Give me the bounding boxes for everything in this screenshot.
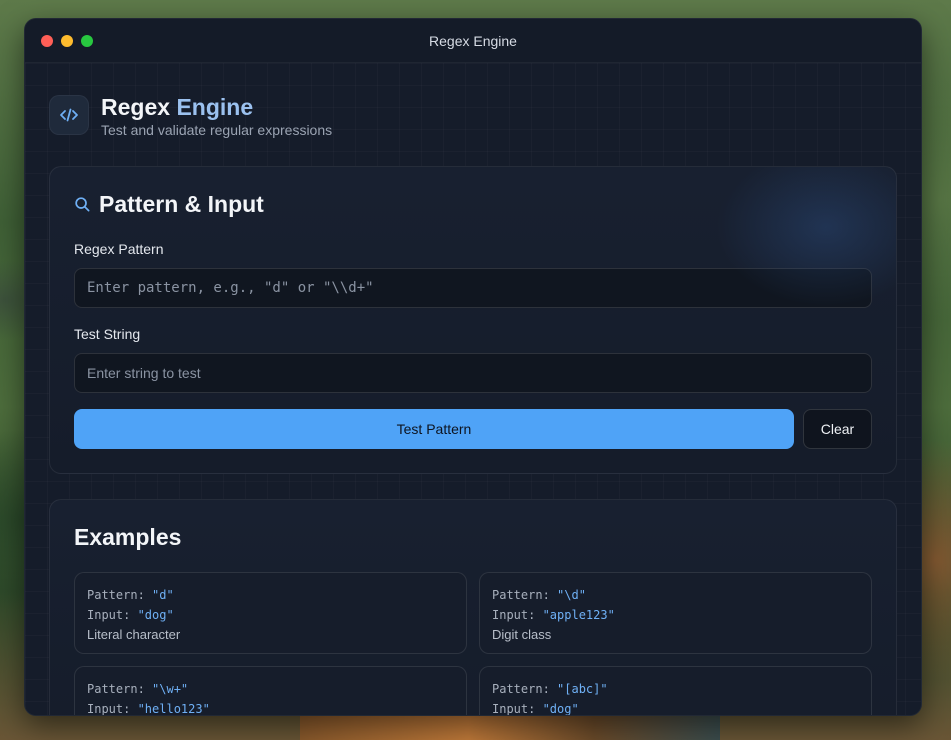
app-title: Regex Engine — [101, 93, 332, 121]
example-description: Literal character — [87, 627, 181, 642]
example-pattern-line: Pattern: "\d" — [492, 585, 859, 605]
window-title: Regex Engine — [429, 32, 517, 49]
input-prefix: Input: — [492, 702, 543, 716]
regex-pattern-input[interactable] — [74, 268, 872, 308]
app-title-main: Regex — [101, 93, 171, 120]
pattern-prefix: Pattern: — [87, 588, 153, 602]
pattern-card-heading: Pattern & Input — [74, 189, 872, 219]
example-input: "apple123" — [542, 608, 615, 622]
example-input-line: Input: "hello123" — [87, 699, 454, 716]
close-window-button[interactable] — [41, 35, 53, 47]
input-prefix: Input: — [87, 608, 138, 622]
example-pattern-line: Pattern: "\w+" — [87, 679, 454, 699]
example-input: "hello123" — [137, 702, 210, 716]
pattern-prefix: Pattern: — [492, 682, 558, 696]
example-item[interactable]: Pattern: "\d" Input: "apple123" Digit cl… — [479, 572, 872, 654]
examples-title: Examples — [74, 524, 182, 550]
example-input: "dog" — [542, 702, 579, 716]
test-string-label: Test String — [74, 326, 141, 342]
window-controls — [41, 35, 93, 47]
app-window: Regex Engine Regex Engine Test and valid… — [24, 18, 922, 716]
regex-pattern-label: Regex Pattern — [74, 241, 164, 257]
example-pattern-line: Pattern: "[abc]" — [492, 679, 859, 699]
pattern-card-title: Pattern & Input — [99, 190, 264, 217]
test-string-input[interactable] — [74, 353, 872, 393]
minimize-window-button[interactable] — [61, 35, 73, 47]
example-pattern: "d" — [152, 588, 174, 602]
example-input-line: Input: "apple123" — [492, 605, 859, 625]
main-content: Regex Engine Test and validate regular e… — [25, 63, 921, 715]
example-input-line: Input: "dog" — [87, 605, 454, 625]
search-icon — [75, 196, 90, 211]
example-description: Digit class — [492, 627, 552, 642]
app-header: Regex Engine Test and validate regular e… — [49, 91, 897, 139]
header-text: Regex Engine Test and validate regular e… — [101, 93, 332, 138]
example-item[interactable]: Pattern: "d" Input: "dog" Literal charac… — [74, 572, 467, 654]
example-pattern: "\d" — [557, 588, 586, 602]
maximize-window-button[interactable] — [81, 35, 93, 47]
app-title-accent: Engine — [176, 93, 254, 120]
action-buttons: Test Pattern Clear — [74, 409, 872, 449]
clear-button[interactable]: Clear — [803, 409, 872, 449]
test-pattern-button[interactable]: Test Pattern — [74, 409, 794, 449]
example-input-line: Input: "dog" — [492, 699, 859, 716]
pattern-prefix: Pattern: — [87, 682, 153, 696]
example-pattern: "\w+" — [152, 682, 189, 696]
pattern-prefix: Pattern: — [492, 588, 558, 602]
app-subtitle: Test and validate regular expressions — [101, 121, 333, 138]
examples-grid: Pattern: "d" Input: "dog" Literal charac… — [74, 572, 872, 716]
title-bar: Regex Engine — [25, 19, 921, 63]
example-pattern-line: Pattern: "d" — [87, 585, 454, 605]
example-input: "dog" — [137, 608, 174, 622]
pattern-input-card: Pattern & Input Regex Pattern Test Strin… — [49, 166, 897, 474]
example-pattern: "[abc]" — [557, 682, 608, 696]
code-icon — [49, 95, 89, 135]
input-prefix: Input: — [492, 608, 543, 622]
example-item[interactable]: Pattern: "[abc]" Input: "dog" — [479, 666, 872, 716]
input-prefix: Input: — [87, 702, 138, 716]
example-item[interactable]: Pattern: "\w+" Input: "hello123" — [74, 666, 467, 716]
examples-card: Examples Pattern: "d" Input: "dog" Liter… — [49, 499, 897, 716]
